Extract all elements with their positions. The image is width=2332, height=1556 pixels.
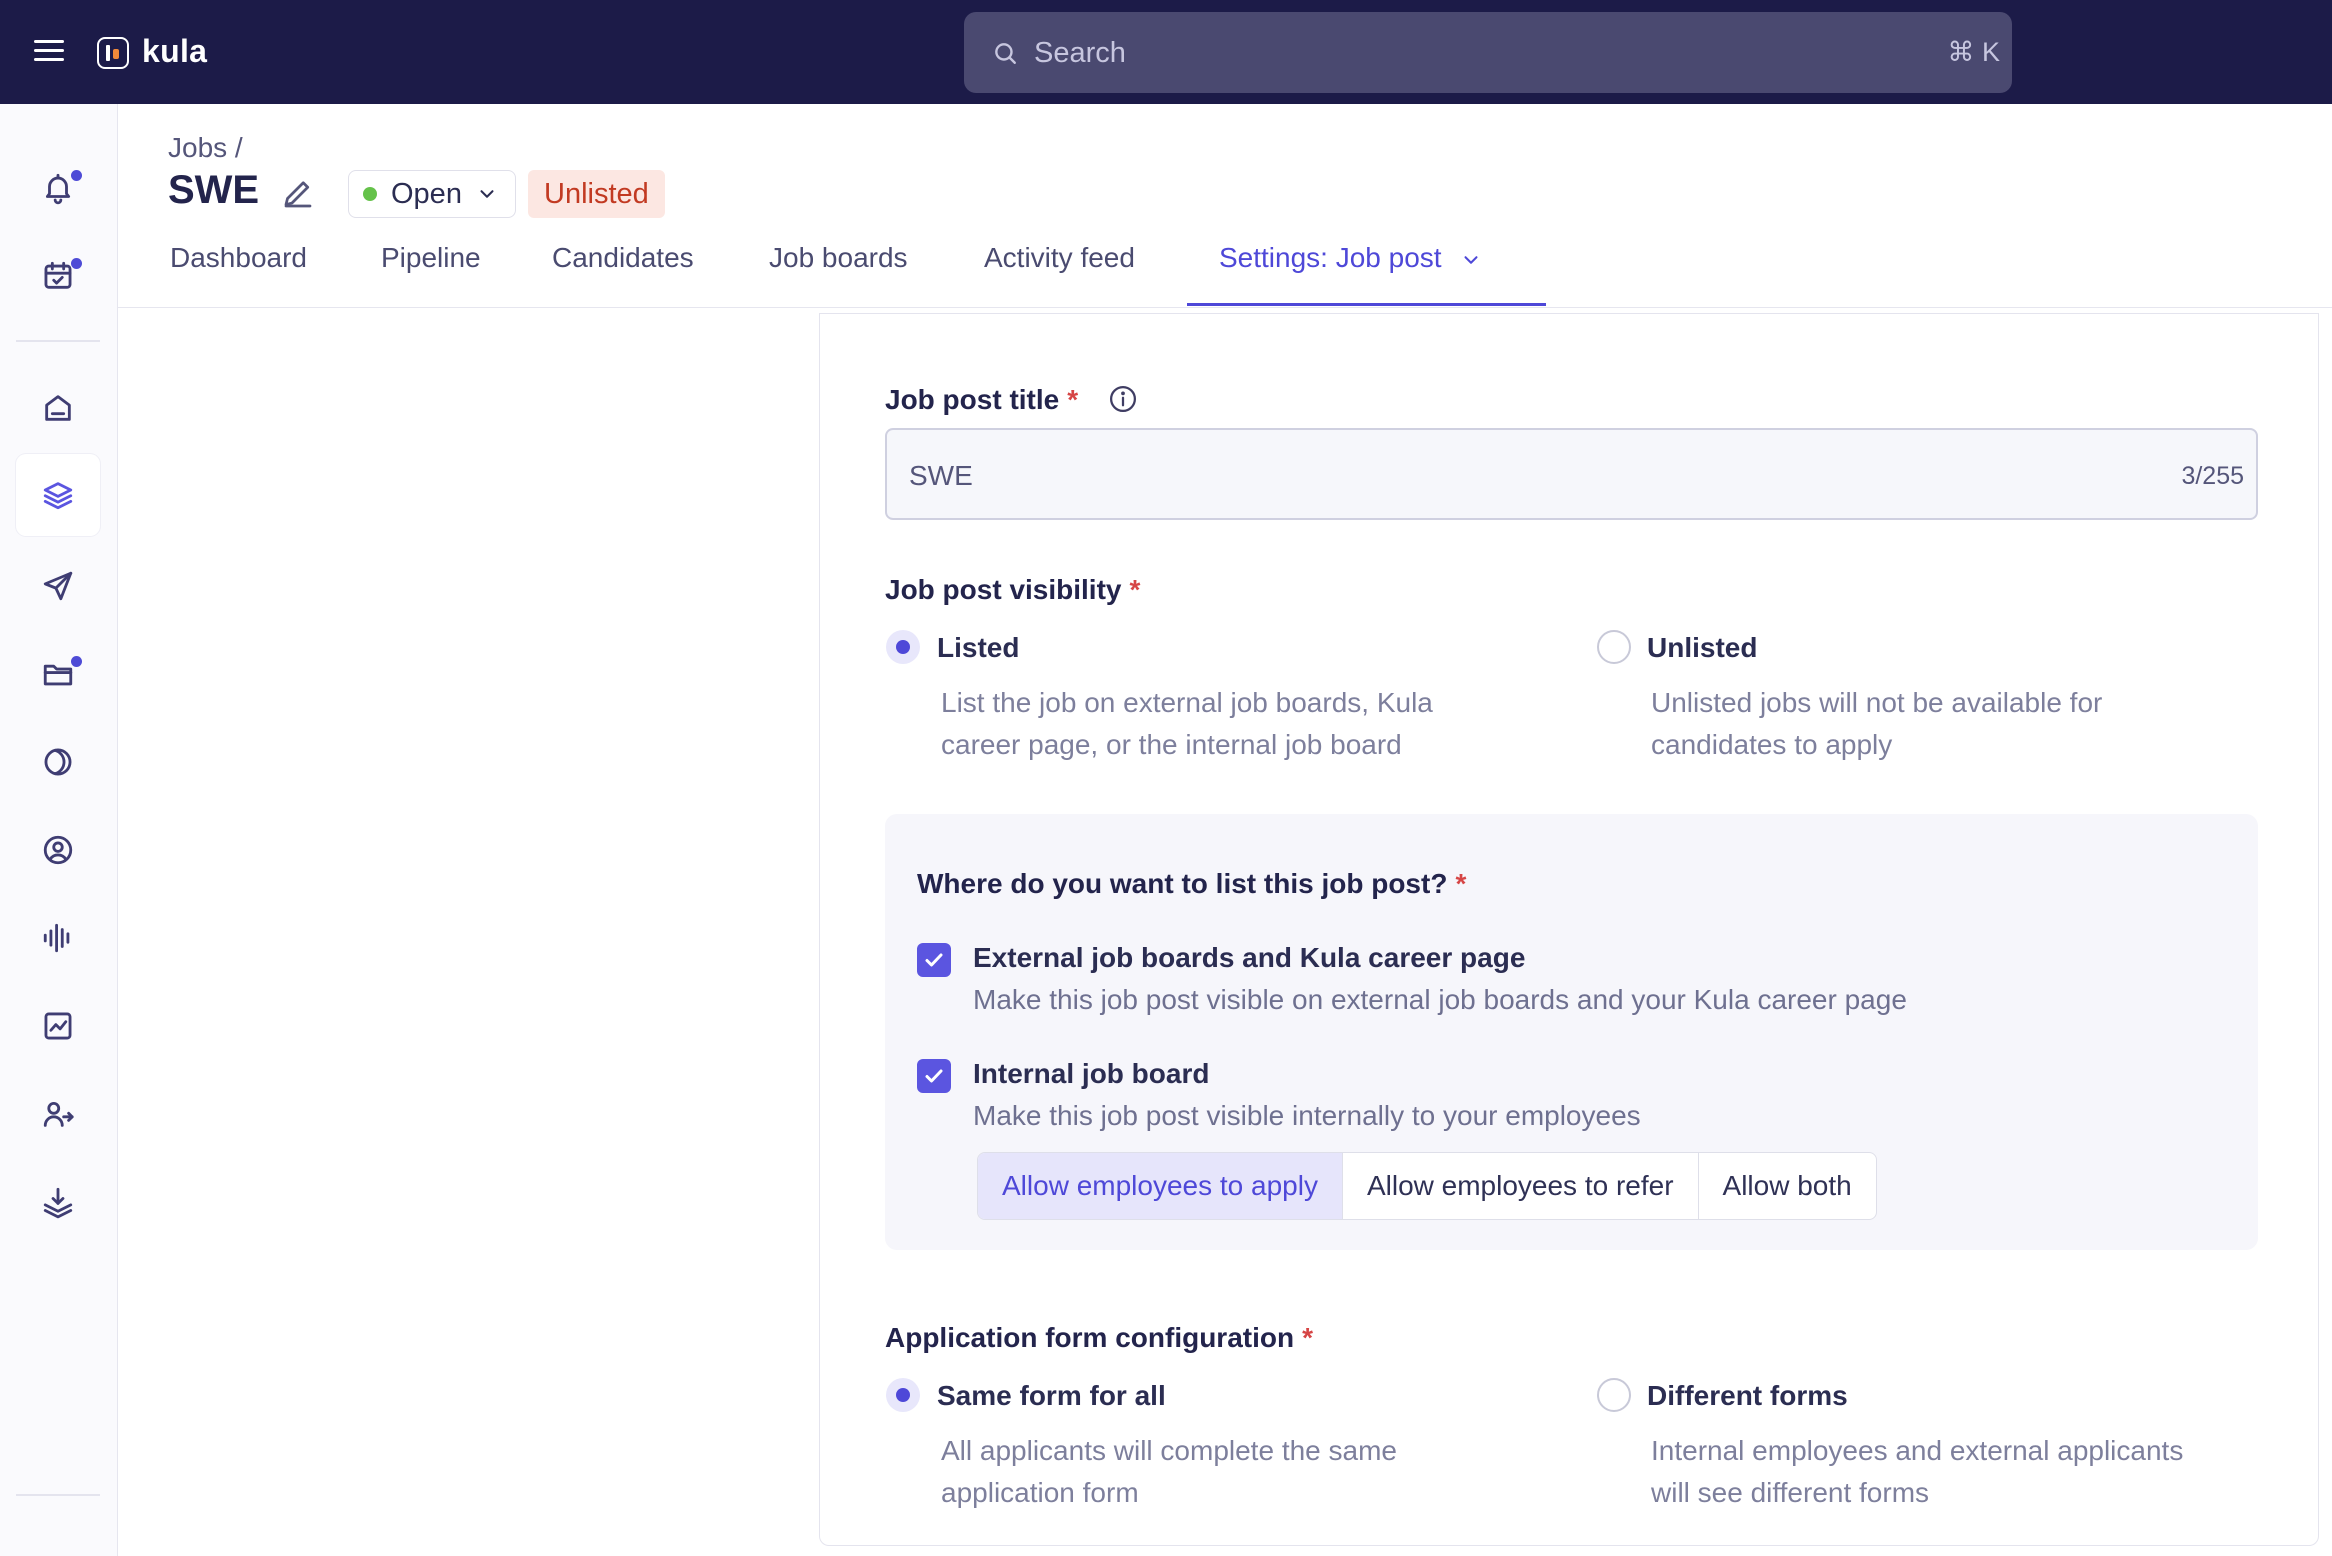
info-icon[interactable]: [1108, 384, 1138, 414]
required-mark: *: [1455, 868, 1467, 899]
job-post-visibility-text: Job post visibility: [885, 574, 1122, 605]
job-post-visibility-label: Job post visibility *: [885, 574, 1140, 606]
option-listed-desc-line2: career page, or the internal job board: [941, 729, 1402, 760]
audio-wave-icon[interactable]: [32, 912, 84, 964]
checkmark-icon: [925, 1069, 943, 1083]
required-mark: *: [1302, 1322, 1313, 1353]
radio-listed[interactable]: [886, 630, 920, 664]
calendar-check-icon[interactable]: [32, 250, 84, 302]
application-form-text: Application form configuration: [885, 1322, 1295, 1353]
search-icon: [995, 43, 1016, 64]
tab-pipeline[interactable]: Pipeline: [381, 242, 481, 274]
home-icon[interactable]: [32, 382, 84, 434]
send-icon[interactable]: [32, 560, 84, 612]
sidebar-divider: [16, 1494, 100, 1496]
folder-icon[interactable]: [32, 648, 84, 700]
option-listed-desc-line1: List the job on external job boards, Kul…: [941, 687, 1433, 718]
checkbox-internal-board[interactable]: [917, 1059, 951, 1093]
option-same-form-desc-line2: application form: [941, 1477, 1139, 1508]
checkbox-external-boards[interactable]: [917, 943, 951, 977]
search-shortcut: ⌘ K: [1947, 37, 2000, 67]
layers-icon[interactable]: [16, 454, 100, 536]
brand-name: kula: [142, 33, 208, 69]
users-refer-icon[interactable]: [32, 1088, 84, 1140]
page-title: SWE: [168, 168, 260, 212]
application-form-label: Application form configuration *: [885, 1322, 1313, 1354]
option-different-forms-title[interactable]: Different forms: [1647, 1380, 1848, 1412]
external-boards-title[interactable]: External job boards and Kula career page: [973, 942, 1525, 974]
option-unlisted-desc-line2: candidates to apply: [1651, 729, 1893, 760]
internal-mode-segmented-control: Allow employees to apply Allow employees…: [977, 1152, 1877, 1220]
notification-dot: [71, 170, 82, 181]
kula-logo-icon: [97, 37, 129, 69]
radio-unlisted[interactable]: [1597, 630, 1631, 664]
search-bar[interactable]: Search ⌘ K: [964, 12, 2012, 93]
listing-question-label: Where do you want to list this job post?…: [917, 868, 1466, 900]
search-placeholder: Search: [1034, 37, 1126, 69]
tab-dashboard[interactable]: Dashboard: [170, 242, 307, 274]
internal-board-title[interactable]: Internal job board: [973, 1058, 1209, 1090]
sidebar-divider: [16, 340, 100, 342]
radio-same-form[interactable]: [886, 1378, 920, 1412]
active-tab-indicator: [1187, 303, 1546, 306]
tab-settings-label: Settings: Job post: [1219, 242, 1442, 273]
chevron-down-icon: [480, 190, 494, 198]
option-unlisted-desc-line1: Unlisted jobs will not be available for: [1651, 687, 2103, 718]
character-counter: 3/255: [2181, 462, 2244, 490]
menu-icon[interactable]: [34, 40, 64, 64]
required-mark: *: [1129, 574, 1141, 605]
option-listed-title[interactable]: Listed: [937, 632, 1019, 664]
job-post-title-label: Job post title *: [885, 384, 1078, 416]
job-post-title-value: SWE: [909, 460, 973, 491]
tab-job-boards[interactable]: Job boards: [769, 242, 908, 274]
segment-allow-apply[interactable]: Allow employees to apply: [978, 1153, 1343, 1219]
job-status-dropdown[interactable]: Open: [348, 170, 516, 218]
job-post-title-input[interactable]: SWE 3/255: [885, 428, 2258, 520]
checkmark-icon: [925, 953, 943, 967]
internal-board-desc: Make this job post visible internally to…: [973, 1100, 1641, 1131]
breadcrumb[interactable]: Jobs /: [168, 132, 243, 164]
chart-icon[interactable]: [32, 1000, 84, 1052]
top-bar: kula Search ⌘ K: [0, 0, 2332, 104]
bell-icon[interactable]: [32, 162, 84, 214]
status-dot: [363, 187, 377, 201]
listing-question-text: Where do you want to list this job post?: [917, 868, 1448, 899]
chevron-down-icon: [1464, 255, 1478, 264]
option-different-forms-desc-line2: will see different forms: [1651, 1477, 1930, 1508]
option-same-form-title[interactable]: Same form for all: [937, 1380, 1166, 1412]
radio-different-forms[interactable]: [1597, 1378, 1631, 1412]
visibility-badge: Unlisted: [528, 170, 665, 218]
segment-allow-both[interactable]: Allow both: [1699, 1153, 1876, 1219]
option-same-form-desc-line1: All applicants will complete the same: [941, 1435, 1397, 1466]
user-circle-icon[interactable]: [32, 824, 84, 876]
sidebar: [0, 104, 118, 1556]
tab-activity-feed[interactable]: Activity feed: [984, 242, 1135, 274]
job-status-label: Open: [391, 177, 462, 210]
tab-candidates[interactable]: Candidates: [552, 242, 694, 274]
required-mark: *: [1067, 384, 1079, 415]
job-post-title-text: Job post title: [885, 384, 1060, 415]
moon-circle-icon[interactable]: [32, 736, 84, 788]
external-boards-desc: Make this job post visible on external j…: [973, 984, 1907, 1015]
notification-dot: [71, 656, 82, 667]
segment-allow-refer[interactable]: Allow employees to refer: [1343, 1153, 1699, 1219]
option-unlisted-title[interactable]: Unlisted: [1647, 632, 1757, 664]
layers-download-icon[interactable]: [32, 1176, 84, 1228]
edit-pencil-icon[interactable]: [280, 176, 316, 212]
option-different-forms-desc-line1: Internal employees and external applican…: [1651, 1435, 2184, 1466]
tab-settings-job-post[interactable]: Settings: Job post: [1219, 242, 1482, 274]
job-tabs: Dashboard Pipeline Candidates Job boards…: [118, 228, 2332, 308]
notification-dot: [71, 258, 82, 269]
